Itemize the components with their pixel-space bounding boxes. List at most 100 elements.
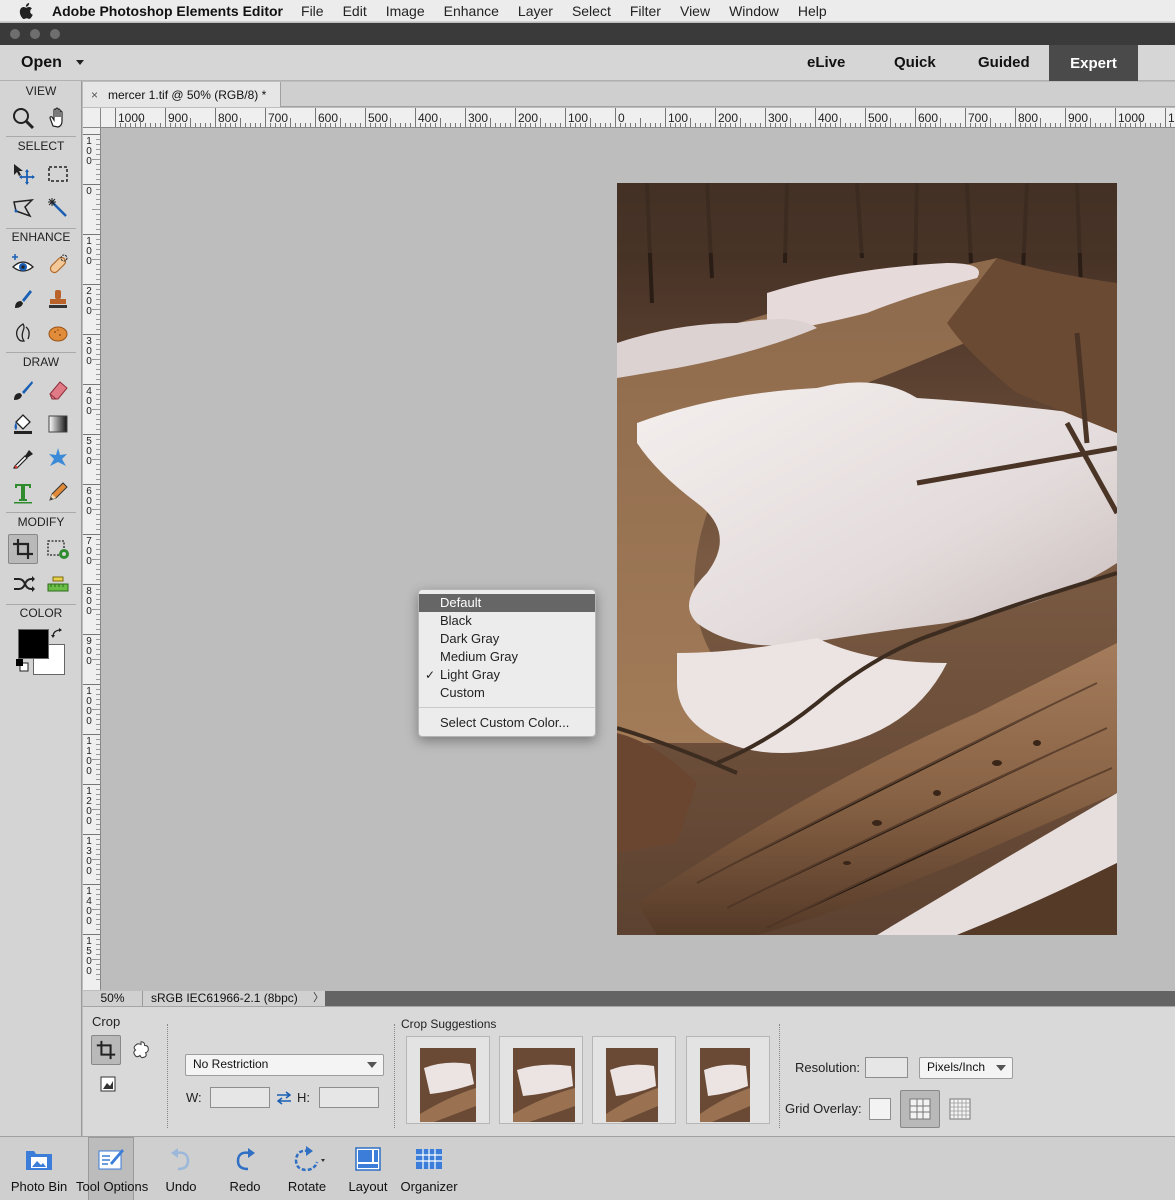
checkmark-icon: ✓ — [425, 668, 436, 682]
crop-ratio-dropdown[interactable]: No Restriction — [185, 1054, 384, 1076]
swap-colors-icon[interactable] — [48, 624, 68, 644]
apple-icon[interactable] — [19, 2, 37, 19]
open-dropdown-caret-icon[interactable] — [76, 60, 84, 65]
smart-brush-tool-icon[interactable] — [8, 284, 38, 314]
grid-overlay-thirds[interactable] — [900, 1090, 940, 1128]
menu-view[interactable]: View — [680, 3, 710, 19]
ruler-major-tick — [83, 934, 100, 935]
menu-item-dark-gray[interactable]: Dark Gray — [419, 630, 595, 648]
undo-button[interactable]: Undo — [158, 1137, 204, 1200]
grid-overlay-grid[interactable] — [945, 1094, 975, 1124]
menu-enhance[interactable]: Enhance — [444, 3, 499, 19]
menu-window[interactable]: Window — [729, 3, 779, 19]
photo-bin-button[interactable]: Photo Bin — [6, 1137, 72, 1200]
crop-suggestion-2[interactable] — [499, 1036, 583, 1124]
width-input[interactable] — [210, 1087, 270, 1108]
resolution-unit-dropdown[interactable]: Pixels/Inch — [919, 1057, 1013, 1079]
eraser-tool-icon[interactable] — [43, 375, 73, 405]
menu-item-medium-gray[interactable]: Medium Gray — [419, 648, 595, 666]
marquee-tool-icon[interactable] — [43, 159, 73, 189]
menu-image[interactable]: Image — [386, 3, 425, 19]
menu-item-light-gray[interactable]: ✓ Light Gray — [419, 666, 595, 684]
ruler-minor-tick — [470, 123, 471, 127]
menu-file[interactable]: File — [301, 3, 324, 19]
grid-overlay-none[interactable] — [869, 1098, 891, 1120]
ruler-minor-tick — [580, 123, 581, 127]
crop-tool-icon[interactable] — [8, 534, 38, 564]
mode-quick[interactable]: Quick — [894, 54, 936, 71]
document-tab[interactable]: × mercer 1.tif @ 50% (RGB/8) * — [83, 82, 281, 107]
close-window-button[interactable] — [10, 29, 20, 39]
rotate-button[interactable]: Rotate — [282, 1137, 332, 1200]
type-tool-icon[interactable] — [8, 477, 38, 507]
layout-button[interactable]: Layout — [344, 1137, 392, 1200]
lasso-tool-icon[interactable] — [8, 193, 38, 223]
open-button[interactable]: Open — [21, 54, 62, 72]
paint-bucket-tool-icon[interactable] — [8, 409, 38, 439]
zoom-window-button[interactable] — [50, 29, 60, 39]
menu-item-default[interactable]: Default — [419, 594, 595, 612]
ruler-minor-tick — [375, 123, 376, 127]
status-menu-arrow-icon[interactable]: 〉 — [313, 991, 324, 1006]
ruler-origin[interactable] — [83, 108, 101, 128]
ruler-minor-tick — [92, 709, 100, 710]
perspective-crop-icon[interactable] — [93, 1069, 123, 1099]
move-tool-icon[interactable] — [8, 159, 38, 189]
menu-item-custom[interactable]: Custom — [419, 684, 595, 702]
menu-help[interactable]: Help — [798, 3, 827, 19]
menu-item-select-custom-color[interactable]: Select Custom Color... — [419, 714, 595, 732]
crop-suggestion-4[interactable] — [686, 1036, 770, 1124]
custom-shape-tool-icon[interactable] — [43, 443, 73, 473]
organizer-button[interactable]: Organizer — [398, 1137, 460, 1200]
clone-stamp-tool-icon[interactable] — [43, 284, 73, 314]
spot-healing-tool-icon[interactable] — [43, 250, 73, 280]
red-eye-tool-icon[interactable] — [8, 250, 38, 280]
content-aware-move-tool-icon[interactable] — [8, 569, 38, 599]
hand-tool-icon[interactable] — [43, 103, 73, 133]
mode-expert[interactable]: Expert — [1049, 45, 1138, 81]
menu-item-black[interactable]: Black — [419, 612, 595, 630]
recompose-tool-icon[interactable] — [43, 534, 73, 564]
menu-layer[interactable]: Layer — [518, 3, 553, 19]
gradient-tool-icon[interactable] — [43, 409, 73, 439]
app-name[interactable]: Adobe Photoshop Elements Editor — [52, 3, 283, 19]
organizer-label: Organizer — [400, 1179, 458, 1194]
straighten-tool-icon[interactable] — [43, 569, 73, 599]
crop-suggestion-1[interactable] — [406, 1036, 490, 1124]
mode-elive[interactable]: eLive — [807, 54, 845, 71]
eyedropper-tool-icon[interactable] — [8, 443, 38, 473]
ruler-minor-tick — [96, 379, 100, 380]
blur-tool-icon[interactable] — [8, 318, 38, 348]
document-photo[interactable] — [616, 182, 1120, 935]
sponge-tool-icon[interactable] — [43, 318, 73, 348]
redo-button[interactable]: Redo — [222, 1137, 268, 1200]
ruler-minor-tick — [96, 319, 100, 320]
section-enhance: ENHANCE — [11, 230, 71, 244]
foreground-color-swatch[interactable] — [18, 629, 49, 659]
zoom-tool-icon[interactable] — [8, 103, 38, 133]
ruler-minor-tick — [1050, 123, 1051, 127]
ruler-minor-tick — [96, 404, 100, 405]
height-input[interactable] — [319, 1087, 379, 1108]
pencil-tool-icon[interactable] — [43, 477, 73, 507]
ruler-minor-tick — [96, 804, 100, 805]
menu-select[interactable]: Select — [572, 3, 611, 19]
brush-tool-icon[interactable] — [8, 375, 38, 405]
ruler-minor-tick — [420, 123, 421, 127]
ruler-minor-tick — [270, 123, 271, 127]
zoom-level[interactable]: 50% — [83, 991, 143, 1006]
menu-filter[interactable]: Filter — [630, 3, 661, 19]
default-colors-icon[interactable] — [14, 657, 30, 673]
cookie-cutter-icon[interactable] — [126, 1035, 156, 1065]
ruler-minor-tick — [96, 489, 100, 490]
crop-suggestion-3[interactable] — [592, 1036, 676, 1124]
close-tab-icon[interactable]: × — [91, 88, 98, 102]
mode-guided[interactable]: Guided — [978, 54, 1030, 71]
magic-wand-tool-icon[interactable] — [43, 193, 73, 223]
swap-dimensions-icon[interactable] — [274, 1088, 294, 1108]
resolution-input[interactable] — [865, 1057, 908, 1078]
ruler-minor-tick — [96, 814, 100, 815]
crop-mode-icon[interactable] — [91, 1035, 121, 1065]
minimize-window-button[interactable] — [30, 29, 40, 39]
menu-edit[interactable]: Edit — [343, 3, 367, 19]
